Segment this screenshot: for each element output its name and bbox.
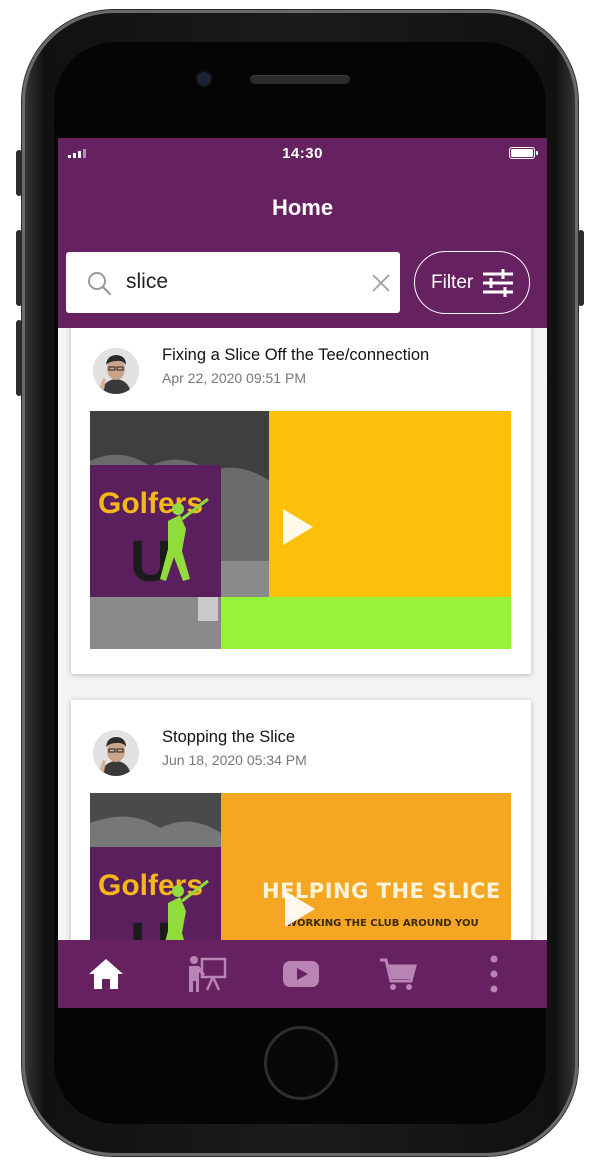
play-icon[interactable] (282, 889, 318, 929)
avatar[interactable] (93, 730, 139, 776)
clear-icon[interactable] (370, 272, 392, 294)
avatar[interactable] (93, 348, 139, 394)
avatar-image (93, 348, 139, 394)
page-title: Home (271, 195, 334, 220)
shopping-cart-icon (380, 958, 417, 990)
video-thumbnail[interactable]: Golfers U HELPING THE SLICE WORKING THE … (90, 793, 511, 940)
power-button (578, 230, 584, 306)
bottom-navigation (58, 940, 547, 1008)
post-card[interactable]: Stopping the Slice Jun 18, 2020 05:34 PM… (71, 700, 531, 940)
filter-label: Filter (431, 271, 474, 293)
nav-lessons[interactable] (176, 940, 236, 1008)
video-play-icon (283, 961, 319, 987)
svg-text:U: U (130, 911, 172, 940)
nav-shop[interactable] (368, 940, 428, 1008)
search-icon (88, 272, 112, 296)
play-icon[interactable] (280, 507, 316, 547)
home-hardware-button[interactable] (264, 1026, 338, 1100)
nav-videos[interactable] (271, 940, 331, 1008)
app-screen: 14:30 Home Filter (58, 138, 547, 1008)
search-input[interactable] (126, 266, 346, 298)
post-feed[interactable]: Fixing a Slice Off the Tee/connection Ap… (58, 328, 547, 940)
nav-home[interactable] (76, 940, 136, 1008)
home-icon (89, 959, 123, 989)
mute-switch (16, 150, 22, 196)
post-title[interactable]: Stopping the Slice (162, 728, 295, 747)
more-vertical-icon (490, 955, 498, 993)
status-time: 14:30 (282, 145, 323, 162)
post-title[interactable]: Fixing a Slice Off the Tee/connection (162, 346, 429, 365)
video-thumbnail[interactable]: Golfers U (90, 411, 511, 649)
nav-more[interactable] (464, 940, 524, 1008)
front-camera (197, 72, 211, 86)
status-bar: 14:30 (58, 138, 547, 168)
lesson-presentation-icon (189, 956, 227, 992)
volume-up-button (16, 230, 22, 306)
post-date: Apr 22, 2020 09:51 PM (162, 370, 306, 386)
volume-down-button (16, 320, 22, 396)
post-card[interactable]: Fixing a Slice Off the Tee/connection Ap… (71, 328, 531, 674)
avatar-image (93, 730, 139, 776)
earpiece-speaker (250, 75, 350, 84)
app-header: 14:30 Home Filter (58, 138, 547, 328)
filter-button[interactable]: Filter (414, 251, 530, 314)
post-date: Jun 18, 2020 05:34 PM (162, 752, 307, 768)
search-box[interactable] (66, 252, 400, 313)
sliders-icon (483, 269, 513, 297)
battery-icon (509, 147, 538, 159)
